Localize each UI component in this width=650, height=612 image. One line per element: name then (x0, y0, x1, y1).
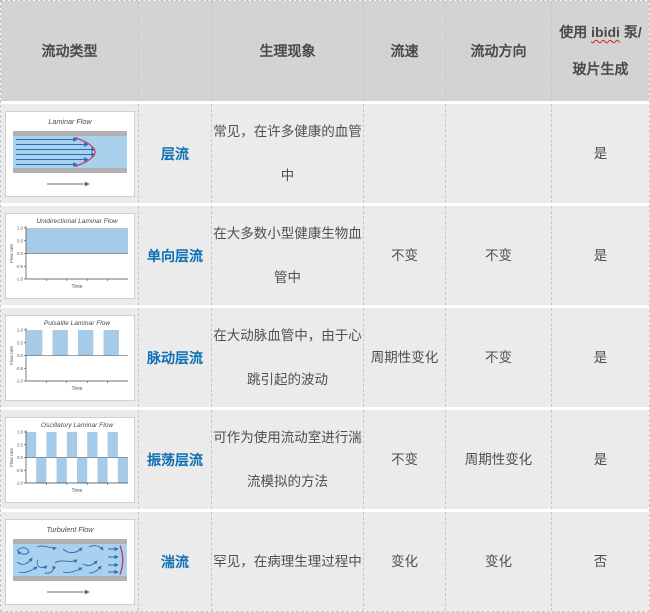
direction-cell: 不变 (446, 308, 552, 407)
flow-types-table: 流动类型 生理现象 流速 流动方向 使用 ibidi 泵/玻片生成 Lamina… (0, 0, 650, 612)
svg-text:0.5: 0.5 (17, 442, 23, 447)
header-velocity: 流速 (364, 1, 446, 101)
laminar-flow-diagram: Laminar Flow (7, 113, 133, 195)
oscillatory-laminar-flow-chart: Oscillatory Laminar Flow 1.0 0.5 0.0 -0.5 -1.… (7, 419, 133, 501)
flow-name-cell: 脉动层流 (139, 308, 212, 407)
flow-name-cell: 层流 (139, 104, 212, 203)
direction-cell (446, 104, 552, 203)
svg-text:Time: Time (71, 488, 82, 494)
svg-text:Flow rate: Flow rate (9, 243, 14, 262)
svg-text:Unidirectional Laminar Flow: Unidirectional Laminar Flow (36, 218, 119, 225)
svg-text:1.0: 1.0 (17, 429, 23, 434)
velocity-cell: 不变 (364, 410, 446, 509)
flow-image-cell: Unidirectional Laminar Flow 1.0 0.5 0.0 -0.5… (1, 206, 139, 305)
velocity-cell (364, 104, 446, 203)
svg-text:1.0: 1.0 (17, 225, 23, 230)
direction-cell: 不变 (446, 206, 552, 305)
unidirectional-laminar-flow-chart: Unidirectional Laminar Flow 1.0 0.5 0.0 -0.5… (7, 215, 133, 297)
header-spacer (139, 1, 212, 101)
direction-cell: 周期性变化 (446, 410, 552, 509)
table-row-oscillatory: Oscillatory Laminar Flow 1.0 0.5 0.0 -0.5 -1.… (1, 410, 649, 509)
header-direction: 流动方向 (446, 1, 552, 101)
flow-name-cell: 振荡层流 (139, 410, 212, 509)
header-phenomenon: 生理现象 (212, 1, 364, 101)
svg-text:-1.0: -1.0 (15, 378, 23, 383)
phenomenon-cell: 在大多数小型健康生物血 管中 (212, 206, 364, 305)
header-flow-type: 流动类型 (1, 1, 139, 101)
table-row-pulsatile: Pulsatile Laminar Flow 1.0 0.5 0.0 -0.5 -1.0 T… (1, 308, 649, 407)
table-header-row: 流动类型 生理现象 流速 流动方向 使用 ibidi 泵/玻片生成 (1, 1, 649, 101)
ibidi-cell: 是 (552, 308, 649, 407)
turbulent-flow-image: Turbulent Flow (5, 519, 135, 605)
flow-type-link-pulsatile[interactable]: 脉动层流 (147, 336, 203, 380)
svg-text:Turbulent Flow: Turbulent Flow (46, 525, 94, 534)
header-ibidi-text: 使用 ibidi 泵/玻片生成 (559, 14, 641, 88)
svg-text:-0.5: -0.5 (15, 365, 23, 370)
svg-text:-1.0: -1.0 (15, 276, 23, 281)
phenomenon-cell: 可作为使用流动室进行湍 流模拟的方法 (212, 410, 364, 509)
flow-type-link-unidirectional[interactable]: 单向层流 (147, 234, 203, 278)
header-ibidi-suffix: 泵/ (620, 24, 642, 40)
pulsatile-flow-image: Pulsatile Laminar Flow 1.0 0.5 0.0 -0.5 -1.0 T… (5, 315, 135, 401)
ibidi-cell: 是 (552, 410, 649, 509)
table-row-laminar: Laminar Flow 层流 常见，在许多健康的血管 中 是 (1, 104, 649, 203)
ibidi-cell: 否 (552, 512, 649, 611)
phenomenon-cell: 在大动脉血管中，由于心 跳引起的波动 (212, 308, 364, 407)
flow-image-cell: Laminar Flow (1, 104, 139, 203)
velocity-cell: 变化 (364, 512, 446, 611)
flow-image-cell: Pulsatile Laminar Flow 1.0 0.5 0.0 -0.5 -1.0 T… (1, 308, 139, 407)
velocity-cell: 周期性变化 (364, 308, 446, 407)
table-row-unidirectional: Unidirectional Laminar Flow 1.0 0.5 0.0 -0.5… (1, 206, 649, 305)
svg-text:Flow rate: Flow rate (9, 447, 14, 466)
header-ibidi: 使用 ibidi 泵/玻片生成 (552, 1, 649, 101)
laminar-flow-image: Laminar Flow (5, 111, 135, 197)
pulsatile-laminar-flow-chart: Pulsatile Laminar Flow 1.0 0.5 0.0 -0.5 -1.0 T… (7, 317, 133, 399)
svg-text:0.5: 0.5 (17, 238, 23, 243)
svg-text:Time: Time (71, 386, 82, 392)
unidirectional-flow-image: Unidirectional Laminar Flow 1.0 0.5 0.0 -0.5… (5, 213, 135, 299)
svg-text:-1.0: -1.0 (15, 480, 23, 485)
table-row-turbulent: Turbulent Flow 湍流 罕见，在病理生理过程中 变化 变化 否 (1, 512, 649, 611)
flow-type-link-turbulent[interactable]: 湍流 (161, 540, 189, 584)
flow-type-link-oscillatory[interactable]: 振荡层流 (147, 438, 203, 482)
svg-text:-0.5: -0.5 (15, 467, 23, 472)
velocity-cell: 不变 (364, 206, 446, 305)
svg-text:Oscillatory Laminar Flow: Oscillatory Laminar Flow (40, 422, 113, 429)
header-ibidi-brand: ibidi (591, 24, 620, 40)
header-ibidi-prefix: 使用 (559, 24, 591, 40)
ibidi-cell: 是 (552, 206, 649, 305)
flow-name-cell: 单向层流 (139, 206, 212, 305)
phenomenon-cell: 罕见，在病理生理过程中 (212, 512, 364, 611)
header-ibidi-line2: 玻片生成 (559, 51, 641, 88)
svg-text:0.5: 0.5 (17, 340, 23, 345)
svg-text:0.0: 0.0 (17, 455, 23, 460)
flow-name-cell: 湍流 (139, 512, 212, 611)
svg-text:Flow rate: Flow rate (9, 345, 14, 364)
flow-image-cell: Turbulent Flow (1, 512, 139, 611)
svg-text:Pulsatile Laminar Flow: Pulsatile Laminar Flow (43, 320, 111, 327)
ibidi-cell: 是 (552, 104, 649, 203)
phenomenon-cell: 常见，在许多健康的血管 中 (212, 104, 364, 203)
svg-text:-0.5: -0.5 (15, 263, 23, 268)
svg-text:Laminar Flow: Laminar Flow (48, 117, 92, 126)
turbulent-flow-diagram: Turbulent Flow (7, 521, 133, 603)
flow-type-link-laminar[interactable]: 层流 (161, 132, 189, 176)
svg-text:0.0: 0.0 (17, 353, 23, 358)
direction-cell: 变化 (446, 512, 552, 611)
svg-text:0.0: 0.0 (17, 251, 23, 256)
svg-text:1.0: 1.0 (17, 327, 23, 332)
flow-image-cell: Oscillatory Laminar Flow 1.0 0.5 0.0 -0.5 -1.… (1, 410, 139, 509)
oscillatory-flow-image: Oscillatory Laminar Flow 1.0 0.5 0.0 -0.5 -1.… (5, 417, 135, 503)
svg-text:Time: Time (71, 284, 82, 290)
